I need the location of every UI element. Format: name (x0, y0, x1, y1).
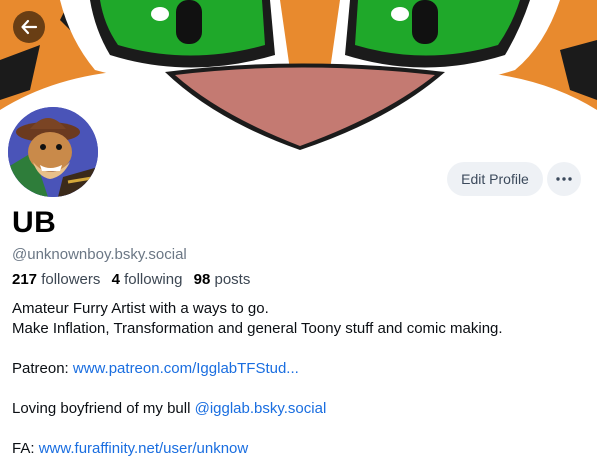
bio-blank-line (12, 379, 592, 399)
followers-stat[interactable]: 217 followers (12, 271, 100, 288)
patreon-link[interactable]: www.patreon.com/IgglabTFStud... (73, 360, 299, 377)
more-options-button[interactable] (547, 162, 581, 196)
profile-stats: 217 followers 4 following 98 posts (12, 271, 257, 288)
back-button[interactable] (13, 11, 45, 43)
avatar[interactable] (8, 107, 98, 197)
ellipsis-icon (556, 177, 572, 181)
fa-label: FA: (12, 440, 39, 457)
bio-patreon-line: Patreon: www.patreon.com/IgglabTFStud... (12, 359, 592, 379)
furaffinity-link[interactable]: www.furaffinity.net/user/unknow (39, 440, 249, 457)
patreon-label: Patreon: (12, 360, 73, 377)
posts-label: posts (214, 271, 251, 288)
bio-fa-line: FA: www.furaffinity.net/user/unknow (12, 439, 592, 459)
edit-profile-button[interactable]: Edit Profile (447, 162, 543, 196)
profile-handle: @unknownboy.bsky.social (12, 246, 187, 263)
avatar-image (8, 107, 98, 197)
display-name: UB (12, 206, 57, 239)
posts-count: 98 (193, 271, 211, 288)
profile-bio: Amateur Furry Artist with a ways to go. … (12, 299, 592, 459)
boyfriend-mention-link[interactable]: @igglab.bsky.social (195, 400, 327, 417)
following-stat[interactable]: 4 following (112, 271, 183, 288)
avatar-frame[interactable] (6, 105, 100, 199)
bio-line: Make Inflation, Transformation and gener… (12, 320, 503, 337)
posts-stat: 98 posts (194, 271, 251, 288)
followers-count: 217 (12, 271, 38, 288)
boyfriend-text: Loving boyfriend of my bull (12, 400, 195, 417)
bio-boyfriend-line: Loving boyfriend of my bull @igglab.bsky… (12, 399, 592, 419)
bio-blank-line (12, 419, 592, 439)
following-label: following (124, 271, 183, 288)
bio-blank-line (12, 339, 592, 359)
followers-label: followers (41, 271, 101, 288)
arrow-left-icon (21, 19, 38, 35)
profile-page: Edit Profile UB @unknownboy.bsky.social … (0, 0, 597, 463)
bio-line: Amateur Furry Artist with a ways to go. (12, 300, 269, 317)
following-count: 4 (111, 271, 120, 288)
